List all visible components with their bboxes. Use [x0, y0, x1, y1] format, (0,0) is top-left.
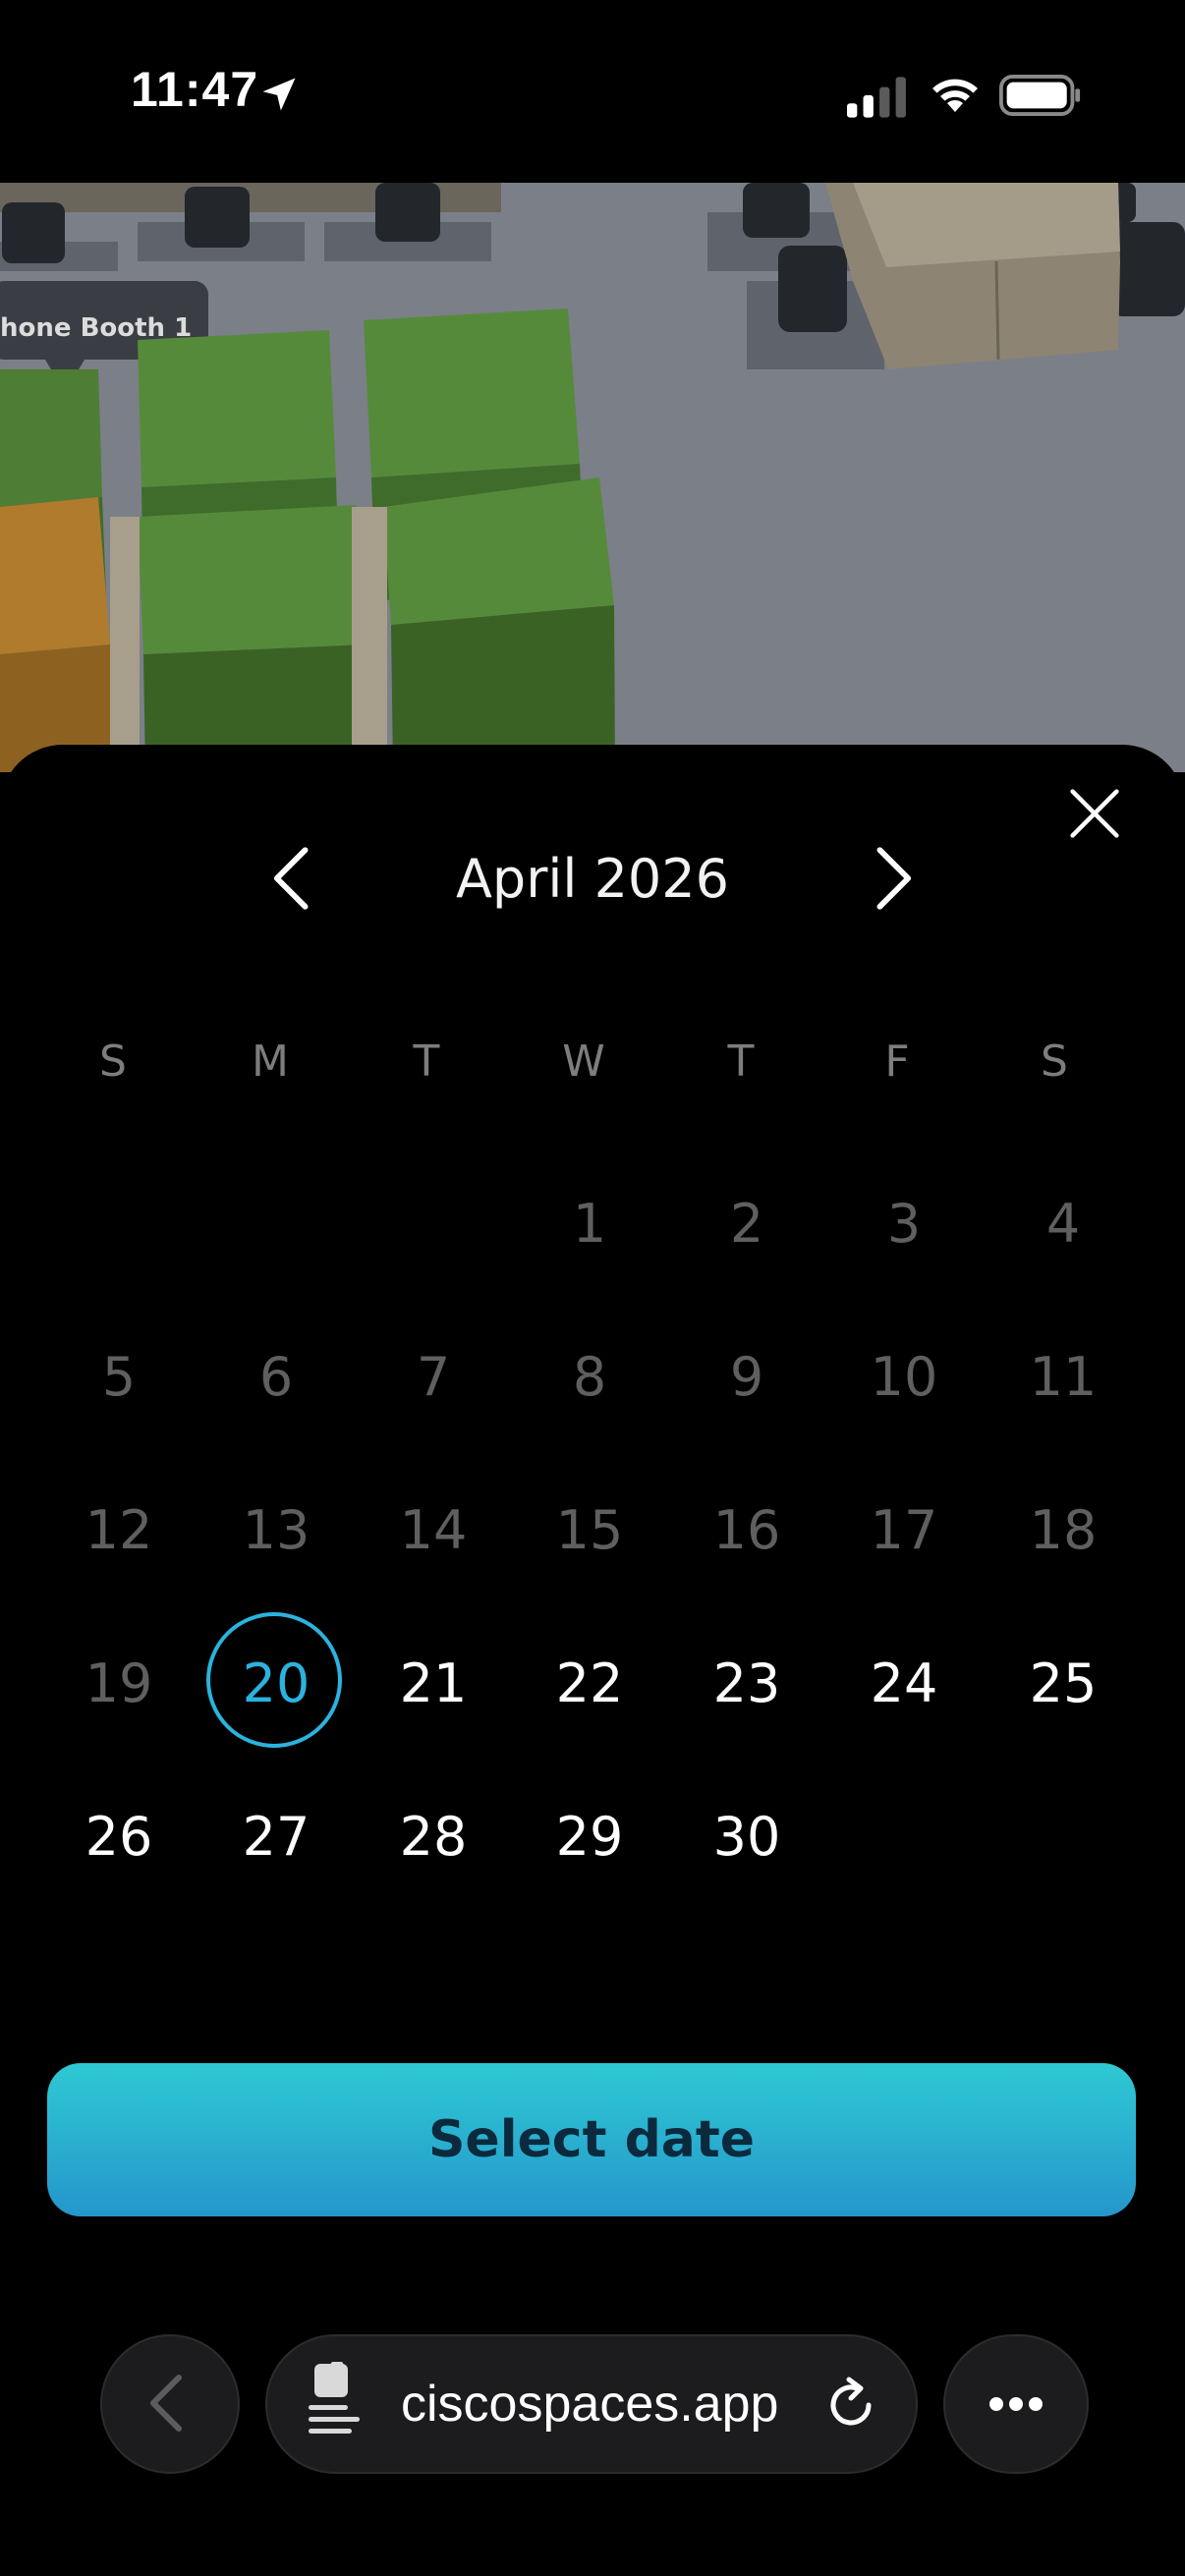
calendar-day[interactable]: 30 [673, 1773, 820, 1901]
calendar-day[interactable]: 28 [360, 1773, 507, 1901]
calendar-day: 19 [45, 1620, 193, 1748]
calendar-day-number: 22 [555, 1652, 624, 1714]
calendar-day-number: 28 [399, 1806, 468, 1868]
calendar-day-number: 27 [242, 1806, 310, 1868]
calendar-day: 16 [673, 1467, 820, 1595]
calendar-day: 10 [830, 1314, 978, 1441]
next-month-button[interactable] [863, 843, 922, 914]
calendar-day-number: 26 [85, 1806, 153, 1868]
calendar-day: 12 [45, 1467, 193, 1595]
calendar-day-number: 1 [572, 1193, 607, 1255]
weekday-label: W [562, 1036, 605, 1087]
calendar-day-number: 29 [555, 1806, 624, 1868]
calendar-day[interactable]: 26 [45, 1773, 193, 1901]
calendar-day[interactable]: 24 [830, 1620, 978, 1748]
weekday-label: M [252, 1036, 289, 1087]
calendar-day-number: 3 [886, 1193, 922, 1255]
calendar-day[interactable]: 25 [989, 1620, 1137, 1748]
calendar-day-number: 4 [1045, 1193, 1081, 1255]
calendar-day-number: 15 [555, 1499, 624, 1561]
weekday-header: S M T W T F S [39, 1036, 1146, 1095]
calendar-day: 17 [830, 1467, 978, 1595]
calendar-day-number: 23 [712, 1652, 781, 1714]
calendar-day[interactable]: 27 [202, 1773, 350, 1901]
url-text: ciscospaces.app [401, 2376, 779, 2433]
page-info-icon[interactable] [305, 2362, 364, 2436]
ellipsis-icon [989, 2397, 1043, 2411]
calendar-day-number: 16 [712, 1499, 781, 1561]
calendar-day[interactable]: 21 [360, 1620, 507, 1748]
calendar-day-number: 21 [399, 1652, 468, 1714]
calendar-day-number: 6 [258, 1346, 294, 1408]
reload-icon[interactable] [821, 2376, 880, 2435]
calendar-day-number: 13 [242, 1499, 310, 1561]
calendar-day: 9 [673, 1314, 820, 1441]
weekday-label: T [727, 1036, 755, 1087]
calendar-day: 11 [989, 1314, 1137, 1441]
calendar-day-number: 12 [85, 1499, 153, 1561]
calendar-day: 5 [45, 1314, 193, 1441]
floor-map[interactable]: hone Booth 1 [0, 183, 1185, 772]
calendar-day-number: 14 [399, 1499, 468, 1561]
status-bar: 11:47 [0, 0, 1185, 183]
calendar-day: 6 [202, 1314, 350, 1441]
weekday-label: T [413, 1036, 440, 1087]
calendar-day-number: 8 [572, 1346, 607, 1408]
calendar-day-number: 10 [870, 1346, 938, 1408]
calendar-day-number: 9 [729, 1346, 764, 1408]
calendar-day[interactable]: 29 [516, 1773, 663, 1901]
calendar-day: 2 [673, 1160, 820, 1288]
more-options-button[interactable] [943, 2334, 1089, 2474]
weekday-label: F [884, 1036, 910, 1087]
calendar-day: 13 [202, 1467, 350, 1595]
calendar-day: 8 [516, 1314, 663, 1441]
chevron-left-icon [150, 2375, 182, 2432]
select-date-button[interactable]: Select date [47, 2063, 1136, 2216]
weekday-label: S [99, 1036, 127, 1087]
calendar-day-number: 19 [85, 1652, 153, 1714]
weekday-label: S [1041, 1036, 1068, 1087]
map-pin-label: hone Booth 1 [0, 313, 192, 343]
battery-icon [999, 75, 1081, 116]
calendar-day-number: 25 [1029, 1652, 1098, 1714]
calendar-day: 14 [360, 1467, 507, 1595]
wifi-icon [932, 79, 978, 112]
calendar-day-number: 11 [1029, 1346, 1098, 1408]
calendar-day[interactable]: 22 [516, 1620, 663, 1748]
calendar-day-selected[interactable]: 20 [202, 1612, 350, 1748]
calendar-day: 3 [830, 1160, 978, 1288]
calendar-day-number: 18 [1029, 1499, 1098, 1561]
calendar-day-number: 7 [416, 1346, 451, 1408]
calendar-day-number: 24 [870, 1652, 938, 1714]
calendar-day[interactable]: 23 [673, 1620, 820, 1748]
calendar-day-number: 2 [729, 1193, 764, 1255]
status-time: 11:47 [131, 62, 259, 117]
close-icon[interactable] [1067, 786, 1122, 841]
calendar-day-number: 30 [712, 1806, 781, 1868]
calendar-day: 7 [360, 1314, 507, 1441]
calendar-day: 15 [516, 1467, 663, 1595]
calendar-day-number: 20 [242, 1652, 310, 1714]
previous-month-button[interactable] [263, 843, 322, 914]
calendar-day: 18 [989, 1467, 1137, 1595]
calendar-day: 4 [989, 1160, 1137, 1288]
cellular-signal-icon [847, 77, 906, 118]
calendar-day: 1 [516, 1160, 663, 1288]
location-arrow-icon [262, 78, 296, 111]
calendar-day-number: 5 [101, 1346, 137, 1408]
browser-back-button[interactable] [100, 2334, 240, 2474]
month-title: April 2026 [455, 848, 729, 910]
calendar-day-number: 17 [870, 1499, 938, 1561]
